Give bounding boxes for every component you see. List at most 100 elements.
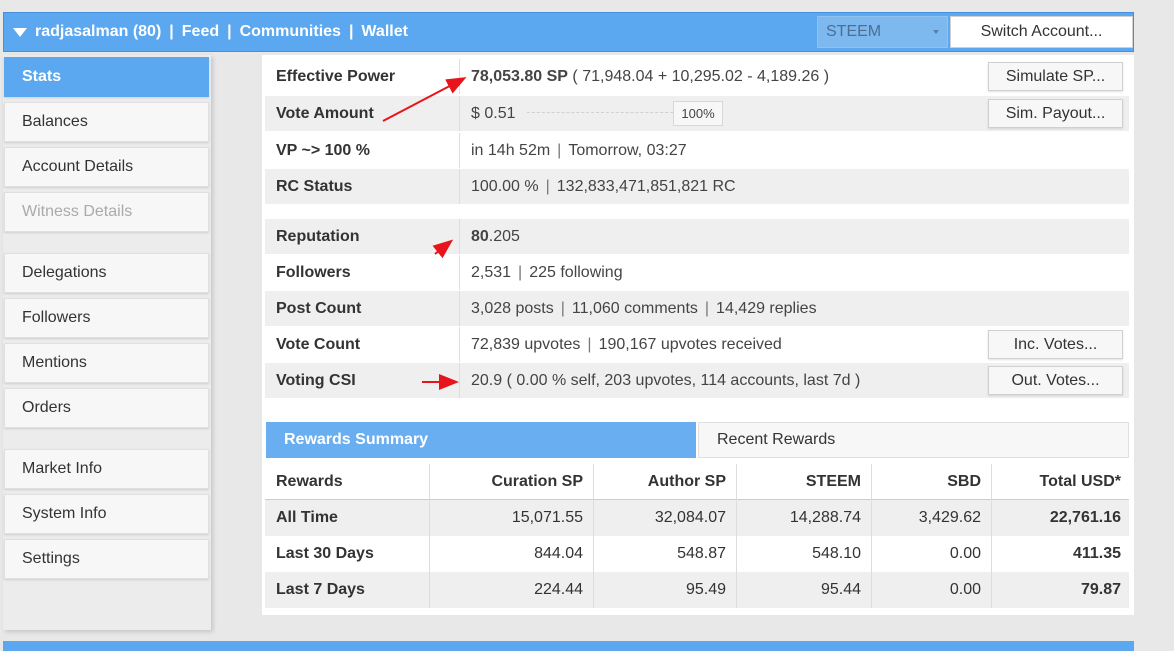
nav-communities[interactable]: Communities (240, 23, 341, 40)
table-cell: 0.00 (872, 536, 992, 572)
column-header: SBD (872, 464, 992, 500)
top-bar: radjasalman (80) | Feed | Communities | Wallet… (3, 12, 1134, 52)
followers-row: Followers 2,531 | 225 following (265, 255, 1129, 290)
table-cell: 95.49 (594, 572, 737, 608)
rc-value-group: 100.00 % | 132,833,471,851,821 RC (471, 169, 736, 204)
sidebar-item-witness-details[interactable]: Witness Details (4, 192, 209, 232)
sidebar-item-followers[interactable]: Followers (4, 298, 209, 338)
tab-rewards-summary[interactable]: Rewards Summary (266, 422, 696, 458)
sidebar-item-balances[interactable]: Balances (4, 102, 209, 142)
rewards-table: Rewards Curation SP Author SP STEEM SBD … (265, 464, 1129, 608)
vp-detail: Tomorrow, 03:27 (568, 142, 687, 159)
out-votes-button[interactable]: Out. Votes... (988, 366, 1123, 395)
vote-amount-label: Vote Amount (265, 96, 460, 131)
table-cell: 411.35 (1072, 545, 1121, 562)
vote-count-row: Vote Count 72,839 upvotes | 190,167 upvote… (265, 327, 1129, 362)
separator: | (704, 300, 710, 317)
post-count-label: Post Count (265, 291, 460, 326)
separator: | (560, 300, 565, 317)
sidebar-item-account-details[interactable]: Account Details (4, 147, 209, 187)
reputation-whole: 80 (471, 228, 489, 245)
rc-value: 100.00 % (471, 178, 539, 195)
chain-select[interactable]: STEEM (817, 16, 948, 48)
table-cell: 3,429.62 (872, 500, 992, 536)
table-cell: 32,084.07 (594, 500, 737, 536)
account-menu[interactable]: radjasalman (80) (35, 23, 161, 40)
column-header: STEEM (737, 464, 872, 500)
table-cell: 79.87 (1080, 581, 1121, 598)
effective-power-value-group: 78,053.80 SP ( 71,948.04 + 10,295.02 - 4… (471, 59, 829, 94)
following-value: 225 following (529, 264, 623, 281)
vote-amount-row: Vote Amount $ 0.51 100% Sim. Payout... (265, 96, 1129, 131)
table-cell: 844.04 (430, 536, 594, 572)
rc-row: RC Status 100.00 % | 132,833,471,851,821 R… (265, 169, 1129, 204)
upvotes-received-value: 190,167 upvotes received (598, 336, 782, 353)
row-label: All Time (265, 500, 430, 536)
sim-payout-button[interactable]: Sim. Payout... (988, 99, 1123, 128)
replies-value: 14,429 replies (716, 300, 817, 317)
vp-value: in 14h 52m (471, 142, 551, 159)
row-label: Last 7 Days (265, 572, 430, 608)
vp-label: VP ~> 100 % (265, 133, 460, 168)
vote-weight-handle[interactable]: 100% (673, 101, 723, 126)
top-nav: radjasalman (80) | Feed | Communities | Wallet (35, 13, 408, 51)
simulate-sp-button[interactable]: Simulate SP... (988, 62, 1123, 91)
table-cell: 0.00 (872, 572, 992, 608)
table-cell: 548.87 (594, 536, 737, 572)
posts-value: 3,028 posts (471, 300, 554, 317)
rc-label: RC Status (265, 169, 460, 204)
sidebar-item-settings[interactable]: Settings (4, 539, 209, 579)
reputation-row: Reputation 80.205 (265, 219, 1129, 254)
voting-csi-value: 20.9 ( 0.00 % self, 203 upvotes, 114 acc… (471, 372, 861, 389)
separator: | (557, 142, 562, 159)
table-header: Rewards Curation SP Author SP STEEM SBD … (265, 464, 1129, 500)
sidebar-item-mentions[interactable]: Mentions (4, 343, 209, 383)
chain-select-value: STEEM (826, 23, 882, 40)
sidebar-item-orders[interactable]: Orders (4, 388, 209, 428)
table-row: Last 30 Days 844.04 548.87 548.10 0.00 4… (265, 536, 1129, 572)
table-cell: 548.10 (737, 536, 872, 572)
post-count-value-group: 3,028 posts | 11,060 comments | 14,429 repli… (471, 291, 817, 326)
vote-amount-value: $ 0.51 (471, 105, 516, 122)
vp-row: VP ~> 100 % in 14h 52m | Tomorrow, 03:27 (265, 133, 1129, 168)
reputation-fraction: .205 (488, 228, 520, 245)
table-cell: 15,071.55 (430, 500, 594, 536)
separator: | (545, 178, 550, 195)
nav-separator: | (169, 23, 174, 40)
switch-account-button[interactable]: Switch Account... (950, 16, 1133, 48)
triangle-down-icon[interactable] (12, 26, 28, 38)
nav-wallet[interactable]: Wallet (361, 23, 408, 40)
stats-panel: Effective Power 78,053.80 SP ( 71,948.04… (262, 55, 1134, 615)
voting-csi-row: Voting CSI 20.9 ( 0.00 % self, 203 upvot… (265, 363, 1129, 398)
caret-down-icon (933, 30, 939, 34)
column-header: Total USD* (1039, 473, 1121, 490)
nav-separator: | (348, 23, 354, 40)
effective-power-detail: ( 71,948.04 + 10,295.02 - 4,189.26 ) (572, 68, 830, 85)
comments-value: 11,060 comments (571, 300, 698, 317)
effective-power-value: 78,053.80 SP (471, 68, 568, 85)
sidebar-item-delegations[interactable]: Delegations (4, 253, 209, 293)
vote-count-value-group: 72,839 upvotes | 190,167 upvotes received (471, 327, 782, 362)
nav-feed[interactable]: Feed (182, 23, 219, 40)
nav-separator: | (227, 23, 232, 40)
vote-count-label: Vote Count (265, 327, 460, 362)
tab-recent-rewards[interactable]: Recent Rewards (698, 422, 1129, 458)
sidebar-item-stats[interactable]: Stats (4, 57, 209, 97)
followers-label: Followers (265, 255, 460, 290)
vote-weight-slider[interactable] (527, 112, 673, 115)
table-row: All Time 15,071.55 32,084.07 14,288.74 3… (265, 500, 1129, 536)
followers-value: 2,531 (471, 264, 512, 281)
column-header: Curation SP (430, 464, 594, 500)
effective-power-label: Effective Power (265, 59, 460, 94)
column-header: Rewards (265, 464, 430, 500)
inc-votes-button[interactable]: Inc. Votes... (988, 330, 1123, 359)
column-header: Author SP (594, 464, 737, 500)
sidebar: Stats Balances Account Details Witness D… (3, 55, 211, 630)
sidebar-item-system-info[interactable]: System Info (4, 494, 209, 534)
upvotes-value: 72,839 upvotes (471, 336, 581, 353)
rc-detail: 132,833,471,851,821 RC (556, 178, 736, 195)
sidebar-item-market-info[interactable]: Market Info (4, 449, 209, 489)
separator: | (587, 336, 592, 353)
table-cell: 224.44 (430, 572, 594, 608)
separator: | (518, 264, 523, 281)
